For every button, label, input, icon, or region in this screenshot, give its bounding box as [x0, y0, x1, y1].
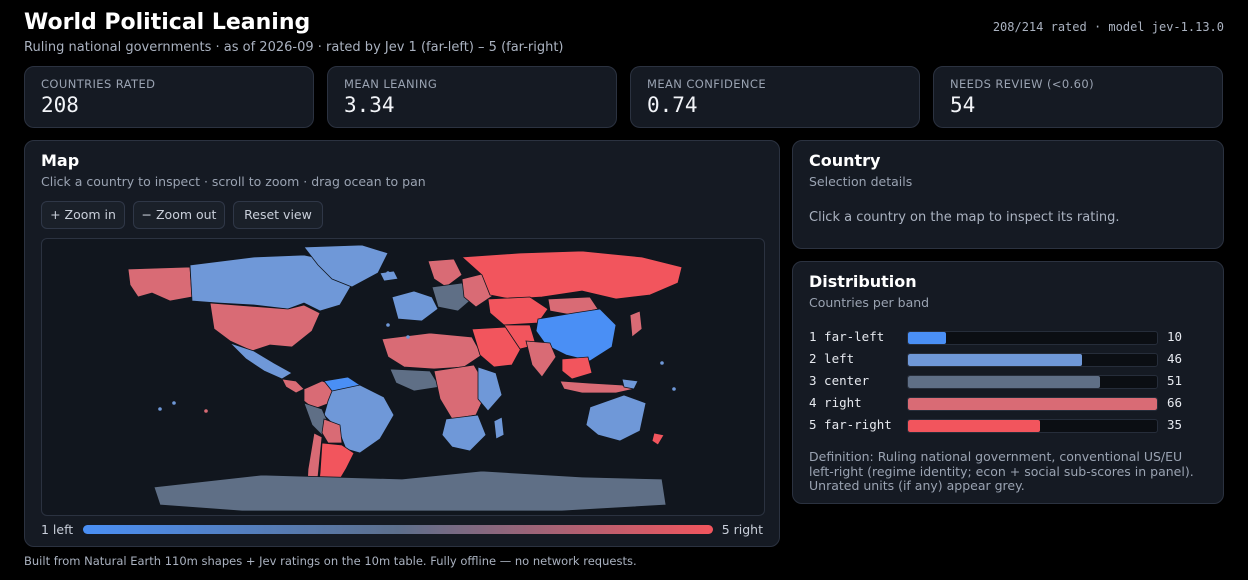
- band-row-far-left: 1 far-left 10: [809, 329, 1199, 345]
- band-bar-track: [907, 419, 1158, 433]
- stat-label: MEAN CONFIDENCE: [647, 77, 767, 91]
- island-dot[interactable]: [386, 271, 390, 275]
- country-scandinavia[interactable]: [427, 258, 463, 288]
- distribution-definition: Definition: Ruling national government, …: [809, 449, 1194, 493]
- zoom-out-button[interactable]: − Zoom out: [133, 201, 225, 229]
- band-label: 3 center: [809, 373, 870, 388]
- band-bar: [908, 354, 1082, 366]
- stat-label: MEAN LEANING: [344, 77, 438, 91]
- band-bar-track: [907, 331, 1158, 345]
- distribution-panel: Distribution Countries per band 1 far-le…: [792, 261, 1224, 504]
- band-count: 46: [1167, 351, 1183, 366]
- page-subtitle: Ruling national governments · as of 2026…: [24, 40, 564, 55]
- country-north-africa[interactable]: [381, 332, 483, 370]
- country-india[interactable]: [525, 340, 557, 378]
- band-bar-track: [907, 397, 1158, 411]
- island-dot[interactable]: [476, 403, 480, 407]
- legend-min-label: 1 left: [41, 522, 74, 537]
- distribution-subtitle: Countries per band: [809, 295, 930, 310]
- stat-mean-leaning: MEAN LEANING 3.34: [327, 66, 617, 128]
- page-title: World Political Leaning: [24, 10, 311, 35]
- stat-label: NEEDS REVIEW (<0.60): [950, 77, 1094, 91]
- country-alaska[interactable]: [127, 266, 193, 302]
- country-title: Country: [809, 151, 881, 170]
- band-bar: [908, 420, 1041, 432]
- stat-value: 0.74: [647, 93, 698, 117]
- country-japan[interactable]: [629, 310, 643, 338]
- country-panel: Country Selection details Click a countr…: [792, 140, 1224, 249]
- island-dot[interactable]: [672, 387, 676, 391]
- island-dot[interactable]: [406, 335, 410, 339]
- country-east-africa[interactable]: [477, 366, 503, 412]
- country-central-america[interactable]: [281, 378, 305, 394]
- stat-countries-rated: COUNTRIES RATED 208: [24, 66, 314, 128]
- band-label: 1 far-left: [809, 329, 885, 344]
- country-western-europe[interactable]: [391, 290, 439, 322]
- band-row-center: 3 center 51: [809, 373, 1199, 389]
- country-antarctica[interactable]: [153, 470, 667, 512]
- band-row-right: 4 right 66: [809, 395, 1199, 411]
- island-dot[interactable]: [386, 323, 390, 327]
- band-count: 51: [1167, 373, 1183, 388]
- island-dot[interactable]: [490, 395, 494, 399]
- stat-value: 54: [950, 93, 976, 117]
- band-bar: [908, 376, 1101, 388]
- country-west-africa[interactable]: [389, 368, 441, 392]
- band-label: 4 right: [809, 395, 862, 410]
- band-label: 2 left: [809, 351, 855, 366]
- band-row-far-right: 5 far-right 35: [809, 417, 1199, 433]
- stat-needs-review: NEEDS REVIEW (<0.60) 54: [933, 66, 1223, 128]
- country-subtitle: Selection details: [809, 174, 913, 189]
- reset-view-button[interactable]: Reset view: [233, 201, 323, 229]
- stat-label: COUNTRIES RATED: [41, 77, 156, 91]
- country-southeast-asia[interactable]: [561, 356, 593, 380]
- band-label: 5 far-right: [809, 417, 892, 432]
- map-instructions: Click a country to inspect · scroll to z…: [41, 174, 426, 189]
- band-count: 10: [1167, 329, 1183, 344]
- band-bar-track: [907, 353, 1158, 367]
- band-count: 66: [1167, 395, 1183, 410]
- band-row-left: 2 left 46: [809, 351, 1199, 367]
- stat-value: 3.34: [344, 93, 395, 117]
- stat-mean-confidence: MEAN CONFIDENCE 0.74: [630, 66, 920, 128]
- map-title: Map: [41, 151, 80, 170]
- island-dot[interactable]: [172, 401, 176, 405]
- band-count: 35: [1167, 417, 1183, 432]
- country-australia[interactable]: [585, 394, 647, 442]
- legend-gradient: [83, 525, 713, 534]
- island-dot[interactable]: [204, 409, 208, 413]
- legend-max-label: 5 right: [721, 522, 763, 537]
- island-dot[interactable]: [158, 407, 162, 411]
- country-new-zealand[interactable]: [651, 432, 665, 446]
- band-bar-track: [907, 375, 1158, 389]
- band-bar: [908, 332, 946, 344]
- map-panel: Map Click a country to inspect · scroll …: [24, 140, 780, 547]
- country-usa[interactable]: [209, 302, 321, 352]
- island-dot[interactable]: [660, 361, 664, 365]
- country-madagascar[interactable]: [493, 416, 505, 440]
- distribution-title: Distribution: [809, 272, 917, 291]
- zoom-in-button[interactable]: + Zoom in: [41, 201, 125, 229]
- stat-value: 208: [41, 93, 79, 117]
- band-bar: [908, 398, 1157, 410]
- country-russia[interactable]: [461, 250, 683, 300]
- world-map[interactable]: [41, 238, 765, 516]
- country-placeholder: Click a country on the map to inspect it…: [809, 210, 1120, 225]
- rating-meta: 208/214 rated · model jev-1.13.0: [992, 20, 1224, 34]
- country-southern-africa[interactable]: [441, 414, 487, 452]
- footer-note: Built from Natural Earth 110m shapes + J…: [24, 554, 637, 568]
